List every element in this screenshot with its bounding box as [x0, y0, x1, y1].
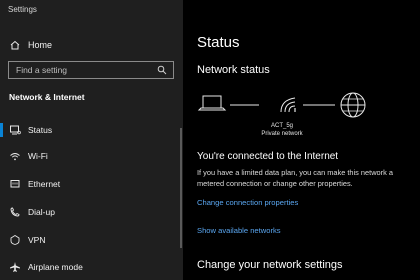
dialup-icon — [10, 207, 20, 217]
sidebar-item-label: Airplane mode — [28, 262, 83, 272]
vpn-icon — [10, 234, 20, 245]
change-connection-properties-link[interactable]: Change connection properties — [197, 198, 298, 207]
connected-title: You're connected to the Internet — [197, 151, 339, 162]
status-icon — [10, 125, 21, 135]
sidebar: Settings Home Find a setting Network & I… — [0, 0, 183, 280]
sidebar-item-airplane-mode[interactable]: Airplane mode — [0, 256, 183, 278]
network-type: Private network — [261, 131, 303, 137]
wifi-icon — [10, 153, 20, 161]
page-title: Status — [197, 34, 240, 51]
ethernet-icon — [10, 180, 20, 188]
home-icon — [10, 40, 20, 50]
sidebar-item-home[interactable]: Home — [0, 34, 183, 56]
sidebar-item-vpn[interactable]: VPN — [0, 229, 183, 251]
sidebar-item-status[interactable]: Status — [0, 119, 183, 141]
sidebar-item-label: Wi-Fi — [28, 151, 48, 161]
change-network-settings-heading: Change your network settings — [197, 259, 343, 271]
sidebar-item-label: VPN — [28, 235, 46, 245]
airplane-icon — [10, 262, 20, 272]
search-input[interactable]: Find a setting — [8, 61, 174, 79]
sidebar-item-label: Ethernet — [28, 179, 61, 189]
sidebar-item-label: Status — [28, 125, 53, 135]
sidebar-item-wifi[interactable]: Wi-Fi — [0, 145, 183, 167]
network-name: ACT_5g — [270, 123, 293, 129]
main-content: Status Network status ACT_5g Private net… — [183, 0, 420, 280]
sidebar-item-home-label: Home — [28, 40, 53, 50]
sidebar-item-ethernet[interactable]: Ethernet — [0, 173, 183, 195]
sidebar-item-label: Dial-up — [28, 207, 55, 217]
connected-description: If you have a limited data plan, you can… — [197, 168, 393, 188]
wifi-signal-icon — [280, 97, 296, 113]
laptop-icon — [197, 95, 227, 111]
network-status-heading: Network status — [197, 64, 270, 76]
app-title: Settings — [8, 5, 37, 14]
search-placeholder: Find a setting — [16, 65, 68, 75]
search-icon — [157, 65, 167, 75]
show-available-networks-link[interactable]: Show available networks — [197, 226, 281, 235]
section-heading: Network & Internet — [9, 92, 85, 102]
sidebar-scrollbar[interactable] — [180, 128, 182, 248]
globe-icon — [340, 92, 366, 118]
sidebar-item-dialup[interactable]: Dial-up — [0, 201, 183, 223]
